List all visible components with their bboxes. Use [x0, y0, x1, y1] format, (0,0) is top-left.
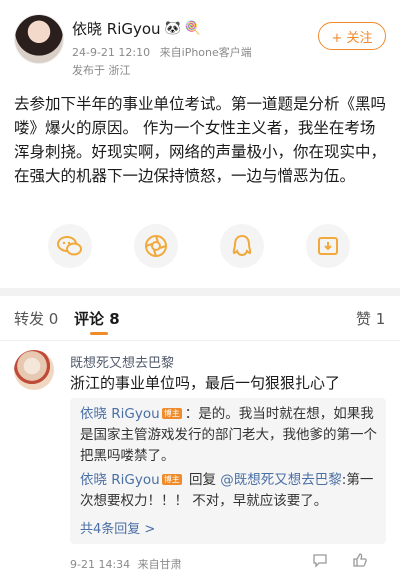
panda-icon: 🐼	[164, 21, 181, 36]
comment-source: 来自甘肃	[137, 558, 182, 571]
like-icon[interactable]	[352, 552, 368, 568]
post-source: 来自iPhone客户端	[159, 46, 252, 59]
reply-item: 依晓 RiGyou 博主 ：是的。我当时就在想，如果我是国家主管游戏发行的部门老大，…	[80, 404, 380, 467]
reply-prefix: 回复	[184, 472, 221, 488]
post-body: 去参加下半年的事业单位考试。第一道题是分析《黑吗喽》爆火的原因。 作为一个女性主…	[14, 95, 387, 185]
author-badge: 博主	[161, 408, 182, 419]
reply-icon[interactable]	[312, 552, 328, 568]
comment-meta: 9-21 14:34 来自甘肃	[70, 556, 186, 572]
more-replies-link[interactable]: 共4条回复 >	[80, 518, 155, 537]
reply-author[interactable]: 依晓 RiGyou	[80, 406, 160, 422]
reply-mention[interactable]: @既想死又想去巴黎	[220, 472, 342, 488]
lollipop-icon: 🍭	[184, 21, 201, 36]
reply-box: 依晓 RiGyou 博主 ：是的。我当时就在想，如果我是国家主管游戏发行的部门老大，…	[70, 398, 386, 544]
moments-glyph	[145, 235, 167, 257]
save-image-glyph	[318, 237, 338, 255]
qq-glyph	[232, 234, 252, 257]
author-avatar[interactable]	[14, 14, 64, 64]
tab-like[interactable]: 赞 1	[356, 308, 385, 329]
tab-comment[interactable]: 评论 8	[74, 308, 120, 329]
save-image-icon[interactable]	[306, 224, 350, 268]
post-date: 24-9-21 12:10	[72, 46, 151, 59]
share-row	[0, 224, 400, 272]
author-name[interactable]: 依晓 RiGyou	[72, 18, 161, 39]
moments-icon[interactable]	[134, 224, 178, 268]
comment-text: 浙江的事业单位吗，最后一句狠狠扎心了	[70, 374, 341, 392]
wechat-icon[interactable]	[48, 224, 92, 268]
follow-button[interactable]: + 关注	[318, 22, 386, 50]
commenter-avatar[interactable]	[14, 350, 54, 390]
tab-repost[interactable]: 转发 0	[14, 308, 58, 329]
author-badge: 博主	[161, 474, 182, 485]
commenter-name[interactable]: 既想死又想去巴黎	[70, 352, 174, 371]
wechat-glyph	[57, 236, 82, 256]
section-divider	[0, 288, 400, 296]
interaction-tabs: 转发 0 评论 8 赞 1	[0, 296, 400, 341]
post-meta: 24-9-21 12:10 来自iPhone客户端	[72, 44, 258, 60]
post-location: 发布于 浙江	[72, 64, 131, 77]
qq-icon[interactable]	[220, 224, 264, 268]
author-line: 依晓 RiGyou 🐼 🍭	[72, 18, 201, 39]
active-tab-indicator	[90, 332, 108, 335]
reply-item: 依晓 RiGyou 博主 回复 @既想死又想去巴黎:第一次想要权力！！！ 不对，早…	[80, 470, 380, 512]
reply-author[interactable]: 依晓 RiGyou	[80, 472, 160, 488]
post-header: 依晓 RiGyou 🐼 🍭 24-9-21 12:10 来自iPhone客户端 …	[0, 0, 400, 86]
comment-actions	[312, 552, 368, 568]
comment-date: 9-21 14:34	[70, 558, 131, 571]
